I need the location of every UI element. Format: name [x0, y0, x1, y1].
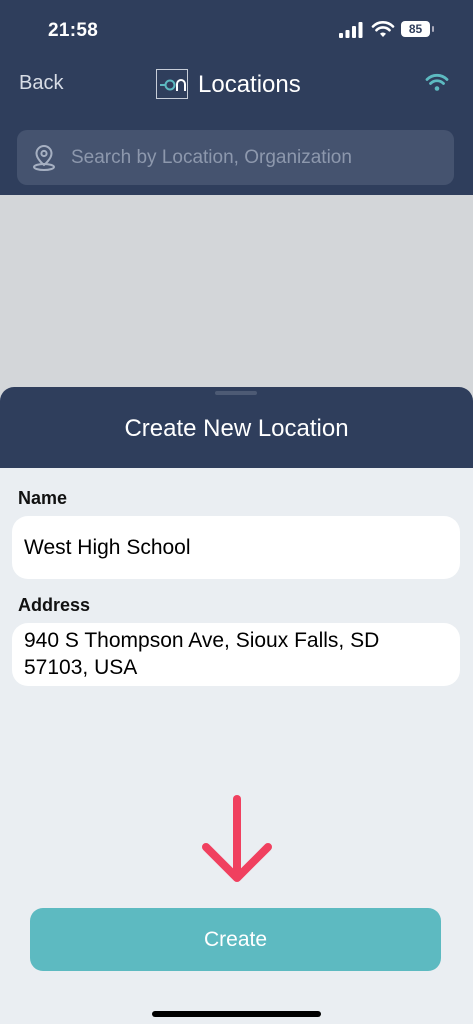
status-time: 21:58 — [48, 20, 99, 41]
brand-logo — [156, 69, 188, 99]
search-input[interactable] — [71, 130, 441, 185]
arrow-down-icon — [202, 795, 272, 882]
address-field[interactable]: 940 S Thompson Ave, Sioux Falls, SD 5710… — [12, 623, 460, 686]
location-pin-icon — [33, 144, 55, 171]
create-location-sheet: Create New Location Name West High Schoo… — [0, 387, 473, 1024]
signal-icon — [339, 22, 363, 38]
wifi-icon — [371, 21, 395, 37]
create-button[interactable]: Create — [30, 908, 441, 971]
status-icons: 85 — [339, 20, 435, 42]
sheet-header: Create New Location — [0, 387, 473, 468]
sheet-grabber[interactable] — [215, 391, 257, 395]
name-field[interactable]: West High School — [12, 516, 460, 579]
battery-icon: 85 — [401, 21, 430, 37]
battery-tip — [432, 26, 434, 32]
search-bar[interactable] — [17, 130, 454, 185]
page-title: Locations — [198, 71, 301, 98]
wifi-icon[interactable] — [425, 72, 449, 92]
address-label: Address — [18, 595, 91, 615]
sheet-title: Create New Location — [124, 415, 349, 442]
logo-mark — [160, 79, 186, 91]
back-button[interactable]: Back — [19, 72, 63, 95]
name-label: Name — [18, 488, 68, 508]
status-bar: 21:58 85 — [0, 0, 473, 60]
home-indicator — [152, 1011, 321, 1017]
app-header: 21:58 85 Back Locations Search by Locati… — [0, 0, 473, 195]
nav-bar: Back Locations — [0, 60, 473, 110]
